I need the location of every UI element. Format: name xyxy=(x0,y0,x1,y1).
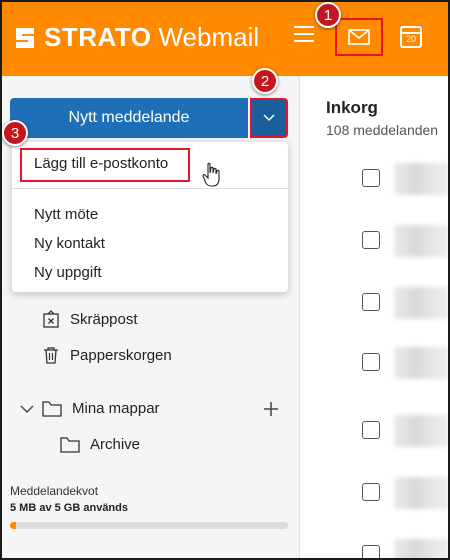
folder-label: Skräppost xyxy=(70,310,138,328)
menu-icon[interactable] xyxy=(294,26,314,44)
sidebar: Nytt meddelande Lägg till e-postkonto Ny… xyxy=(2,76,300,558)
calendar-icon[interactable]: 20 xyxy=(400,26,422,48)
blurred-message-preview xyxy=(394,477,448,509)
step-marker-1: 1 xyxy=(315,2,341,28)
message-row[interactable] xyxy=(300,402,448,460)
menu-item-new-contact[interactable]: Ny kontakt xyxy=(34,235,105,252)
menu-divider xyxy=(12,188,288,189)
menu-item-new-task[interactable]: Ny uppgift xyxy=(34,264,102,281)
chevron-down-icon xyxy=(263,114,275,122)
menu-item-add-email-account[interactable]: Lägg till e-postkonto xyxy=(34,155,168,172)
folder-icon xyxy=(60,436,80,453)
trash-icon xyxy=(44,347,58,364)
inbox-panel: Inkorg 108 meddelanden xyxy=(300,76,448,558)
blurred-message-preview xyxy=(394,347,448,379)
mail-button[interactable] xyxy=(335,18,383,56)
folder-spam[interactable]: Skräppost xyxy=(42,310,138,328)
message-row[interactable] xyxy=(300,464,448,522)
message-checkbox[interactable] xyxy=(362,353,380,371)
menu-item-new-meeting[interactable]: Nytt möte xyxy=(34,206,98,223)
chevron-down-icon xyxy=(20,405,34,413)
folder-label: Archive xyxy=(90,436,141,453)
add-folder-icon[interactable] xyxy=(264,402,278,416)
top-bar: STRATO Webmail 20 xyxy=(2,2,448,76)
quota-label: Meddelandekvot xyxy=(10,484,99,498)
calendar-day: 20 xyxy=(405,34,416,44)
quota-progress-fill xyxy=(10,522,16,529)
message-row[interactable] xyxy=(300,526,448,558)
folder-trash[interactable]: Papperskorgen xyxy=(42,346,172,364)
strato-logo-icon xyxy=(16,27,34,48)
quota-value: 5 MB av 5 GB används xyxy=(10,502,128,514)
message-row[interactable] xyxy=(300,150,448,208)
inbox-title: Inkorg xyxy=(326,98,378,117)
compose-options-button[interactable] xyxy=(250,98,288,138)
logo[interactable]: STRATO Webmail xyxy=(12,22,259,53)
folder-archive[interactable]: Archive xyxy=(60,436,140,453)
compose-dropdown-menu: Lägg till e-postkonto Nytt möte Ny konta… xyxy=(12,142,288,292)
brand-name: STRATO xyxy=(44,22,152,52)
blurred-message-preview xyxy=(394,539,448,558)
message-row[interactable] xyxy=(300,274,448,332)
product-name: Webmail xyxy=(158,22,260,52)
step-marker-3: 3 xyxy=(2,120,28,146)
message-checkbox[interactable] xyxy=(362,421,380,439)
message-checkbox[interactable] xyxy=(362,231,380,249)
step-marker-2: 2 xyxy=(252,68,278,94)
blurred-message-preview xyxy=(394,287,448,319)
webmail-window: STRATO Webmail 20 Nytt meddelande Lägg t… xyxy=(2,2,448,558)
inbox-message-count: 108 meddelanden xyxy=(326,122,439,138)
message-checkbox[interactable] xyxy=(362,483,380,501)
envelope-icon xyxy=(348,29,370,45)
message-checkbox[interactable] xyxy=(362,293,380,311)
hand-pointer-icon xyxy=(202,162,220,187)
blurred-message-preview xyxy=(394,225,448,257)
folder-label: Mina mappar xyxy=(72,400,160,417)
new-message-button[interactable]: Nytt meddelande xyxy=(10,98,248,138)
message-row[interactable] xyxy=(300,334,448,392)
spam-icon xyxy=(43,310,59,328)
folder-label: Papperskorgen xyxy=(70,346,172,364)
folder-my-folders[interactable]: Mina mappar xyxy=(20,400,160,417)
quota-progress-bar xyxy=(10,522,288,529)
folder-icon xyxy=(42,400,62,417)
message-checkbox[interactable] xyxy=(362,169,380,187)
message-checkbox[interactable] xyxy=(362,545,380,558)
blurred-message-preview xyxy=(394,163,448,195)
message-row[interactable] xyxy=(300,212,448,270)
blurred-message-preview xyxy=(394,415,448,447)
